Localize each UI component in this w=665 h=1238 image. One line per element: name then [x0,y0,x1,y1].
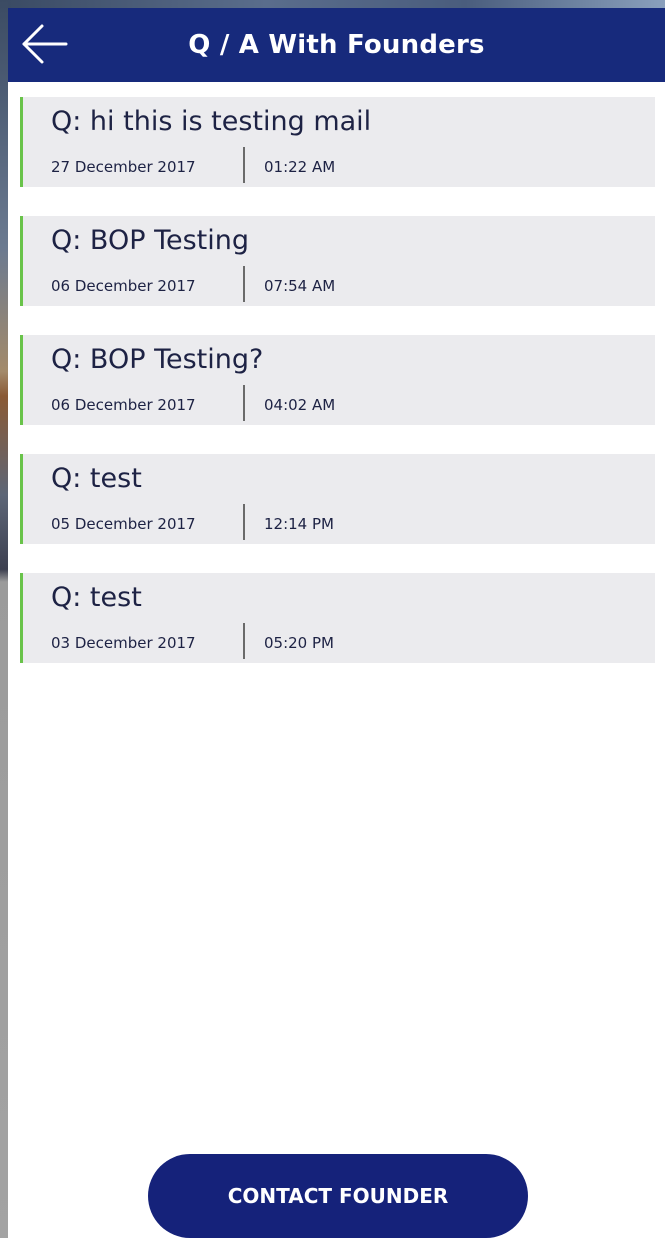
question-time: 04:02 AM [264,396,336,414]
question-time: 01:22 AM [264,158,336,176]
question-date: 06 December 2017 [51,396,196,414]
question-list: Q: hi this is testing mail 27 December 2… [20,97,655,692]
background-blur-left [0,0,8,1238]
question-item[interactable]: Q: test 03 December 2017 05:20 PM [20,573,655,663]
contact-founder-button[interactable]: CONTACT FOUNDER [148,1154,528,1238]
date-time-divider [243,385,245,421]
question-item[interactable]: Q: BOP Testing? 06 December 2017 04:02 A… [20,335,655,425]
question-date: 27 December 2017 [51,158,196,176]
date-time-divider [243,504,245,540]
question-time: 05:20 PM [264,634,334,652]
date-time-divider [243,623,245,659]
header-bar: Q / A With Founders [8,8,665,82]
app-screen: Q / A With Founders Q: hi this is testin… [8,8,665,1238]
question-time: 07:54 AM [264,277,336,295]
back-button[interactable] [20,22,70,68]
question-time: 12:14 PM [264,515,334,533]
question-item[interactable]: Q: BOP Testing 06 December 2017 07:54 AM [20,216,655,306]
question-date: 03 December 2017 [51,634,196,652]
question-text: Q: BOP Testing [51,225,250,256]
date-time-divider [243,147,245,183]
question-text: Q: BOP Testing? [51,344,264,375]
page-title: Q / A With Founders [188,30,485,60]
question-text: Q: hi this is testing mail [51,106,372,137]
question-text: Q: test [51,582,142,613]
question-date: 05 December 2017 [51,515,196,533]
question-date: 06 December 2017 [51,277,196,295]
question-item[interactable]: Q: hi this is testing mail 27 December 2… [20,97,655,187]
arrow-left-icon [22,24,68,64]
question-item[interactable]: Q: test 05 December 2017 12:14 PM [20,454,655,544]
question-text: Q: test [51,463,142,494]
date-time-divider [243,266,245,302]
